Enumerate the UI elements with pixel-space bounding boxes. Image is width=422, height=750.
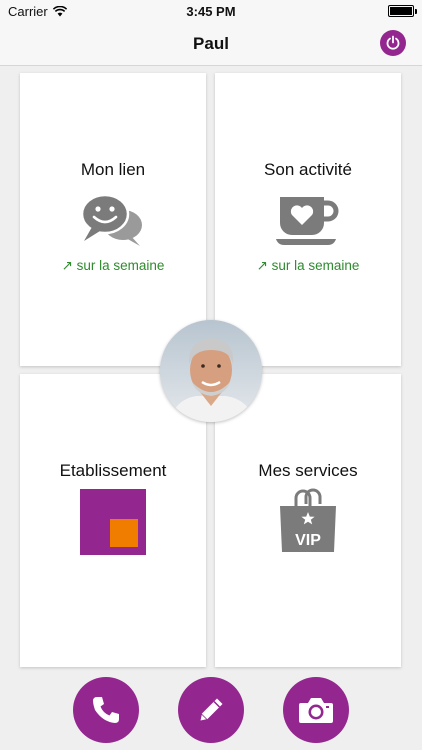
trend-label: sur la semaine	[76, 258, 165, 273]
card-mon-lien[interactable]: Mon lien ↗ sur la semaine	[20, 73, 206, 366]
write-button[interactable]	[178, 677, 244, 743]
trend-indicator: ↗ sur la semaine	[215, 258, 401, 274]
page-title: Paul	[193, 34, 229, 53]
trend-indicator: ↗ sur la semaine	[20, 258, 206, 274]
trend-arrow-icon: ↗	[256, 258, 268, 273]
status-bar: Carrier 3:45 PM	[0, 0, 422, 22]
chat-smile-icon	[80, 193, 142, 246]
trend-arrow-icon: ↗	[61, 258, 73, 273]
navigation-bar: Paul	[0, 22, 422, 66]
card-title: Etablissement	[59, 461, 167, 480]
card-title: Mes services	[258, 461, 358, 480]
camera-button[interactable]	[283, 677, 349, 743]
vip-bag-icon: VIP	[280, 488, 336, 552]
trend-label: sur la semaine	[271, 258, 360, 273]
card-etablissement[interactable]: Etablissement	[20, 374, 206, 667]
power-icon	[386, 35, 400, 50]
card-title: Son activité	[264, 160, 352, 179]
establishment-logo-icon	[80, 489, 146, 555]
camera-icon	[299, 698, 333, 723]
pencil-icon	[199, 698, 223, 722]
phone-icon	[93, 697, 119, 723]
card-son-activite[interactable]: Son activité ↗ sur la semaine	[215, 73, 401, 366]
status-time: 3:45 PM	[186, 4, 236, 19]
profile-photo	[160, 320, 262, 422]
avatar[interactable]	[160, 320, 262, 422]
call-button[interactable]	[73, 677, 139, 743]
logout-button[interactable]	[380, 30, 406, 56]
card-mes-services[interactable]: Mes services VIP	[215, 374, 401, 667]
vip-label: VIP	[295, 532, 321, 549]
battery-icon	[388, 5, 417, 17]
card-title: Mon lien	[80, 160, 146, 179]
coffee-cup-heart-icon	[276, 197, 339, 245]
